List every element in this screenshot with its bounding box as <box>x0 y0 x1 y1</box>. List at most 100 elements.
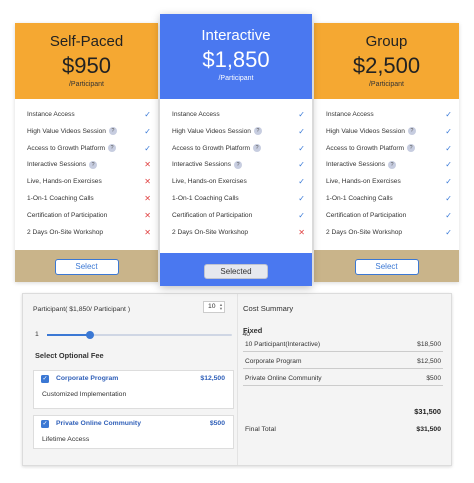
summary-row: Private Online Community $500 <box>243 372 443 386</box>
checkbox-checked-icon[interactable]: ✓ <box>41 375 49 383</box>
feature-label: High Value Videos Session <box>27 127 106 135</box>
plan-card-self-paced: Self-Paced $950 /Participant Instance Ac… <box>15 23 158 282</box>
feature-item: Certification of Participation ✕ <box>15 208 158 225</box>
plan-name: Group <box>365 33 408 50</box>
question-icon[interactable]: ? <box>89 160 98 169</box>
check-icon: ✓ <box>445 227 452 237</box>
quantity-value: 10 <box>208 303 216 310</box>
feature-label: Instance Access <box>326 111 374 118</box>
plan-footer: Select <box>15 250 158 282</box>
plan-price: $2,500 <box>352 53 421 78</box>
fee-description: Lifetime Access <box>42 436 90 443</box>
participant-slider[interactable]: 1 40 <box>35 330 250 340</box>
plan-name: Interactive <box>201 27 271 44</box>
check-icon: ✓ <box>445 210 452 220</box>
slider-thumb[interactable] <box>85 331 94 339</box>
feature-label: 2 Days On-Site Workshop <box>172 228 249 236</box>
x-icon: ✕ <box>144 227 151 237</box>
cost-calculator: Participant( $1,850/ Participant ) 10 ▲ ▼… <box>22 293 452 466</box>
feature-item: Live, Hands-on Exercises ✕ <box>15 174 158 191</box>
final-total-row: Final Total $31,500 <box>243 426 443 436</box>
feature-label: 2 Days On-Site Workshop <box>326 228 403 236</box>
feature-label: Live, Hands-on Exercises <box>27 178 102 186</box>
question-icon[interactable]: ? <box>407 127 416 136</box>
selected-button[interactable]: Selected <box>204 264 268 279</box>
select-button[interactable]: Select <box>54 259 119 275</box>
feature-item: Interactive Sessions? ✓ <box>160 157 312 174</box>
quantity-stepper[interactable]: 10 ▲ ▼ <box>203 301 225 313</box>
feature-item: High Value Videos Session? ✓ <box>15 124 158 141</box>
feature-label: Live, Hands-on Exercises <box>326 178 401 186</box>
fee-name: Private Online Community <box>56 420 141 427</box>
question-icon[interactable]: ? <box>253 143 262 152</box>
slider-track[interactable] <box>47 331 232 339</box>
feature-label: Certification of Participation <box>326 211 407 219</box>
x-icon: ✕ <box>144 160 151 170</box>
slider-min-label: 1 <box>35 331 39 338</box>
feature-item: Interactive Sessions? ✕ <box>15 157 158 174</box>
feature-item: Interactive Sessions? ✓ <box>314 157 459 174</box>
feature-item: Access to Growth Platform? ✓ <box>15 141 158 158</box>
final-total-amount: $31,500 <box>416 426 441 433</box>
feature-label: High Value Videos Session <box>326 127 405 135</box>
feature-label: Interactive Sessions <box>172 161 232 169</box>
question-icon[interactable]: ? <box>108 143 117 152</box>
check-icon: ✓ <box>445 193 452 203</box>
plan-footer: Selected <box>160 253 312 286</box>
panel-divider <box>237 294 238 465</box>
spinner-arrows-icon[interactable]: ▲ ▼ <box>219 303 223 311</box>
select-button[interactable]: Select <box>354 259 419 275</box>
fixed-label: Fixed <box>243 326 263 335</box>
check-icon: ✓ <box>298 193 305 203</box>
check-icon: ✓ <box>445 160 452 170</box>
summary-row-label: Private Online Community <box>245 375 322 382</box>
check-icon: ✓ <box>445 110 452 119</box>
feature-label: 2 Days On-Site Workshop <box>27 228 104 236</box>
question-icon[interactable]: ? <box>388 160 397 169</box>
summary-row: 10 Participant(Interactive) $18,500 <box>243 338 443 352</box>
x-icon: ✕ <box>144 177 151 187</box>
feature-item: Live, Hands-on Exercises ✓ <box>160 174 312 191</box>
feature-label: Certification of Participation <box>27 211 108 219</box>
feature-item: 2 Days On-Site Workshop ✕ <box>15 225 158 242</box>
slider-fill <box>47 334 90 336</box>
plan-card-group: Group $2,500 /Participant Instance Acces… <box>314 23 459 282</box>
check-icon: ✓ <box>445 177 452 187</box>
plan-unit: /Participant <box>68 81 105 88</box>
plan-header: Self-Paced $950 /Participant <box>15 23 158 99</box>
question-icon[interactable]: ? <box>407 143 416 152</box>
feature-label: High Value Videos Session <box>172 127 251 135</box>
fee-option-corporate[interactable]: ✓ Corporate Program $12,500 Customized I… <box>33 370 234 409</box>
x-icon: ✕ <box>144 193 151 203</box>
fee-description: Customized Implementation <box>42 391 127 398</box>
check-icon: ✓ <box>445 126 452 136</box>
check-icon: ✓ <box>298 160 305 170</box>
plan-header: Group $2,500 /Participant <box>314 23 459 99</box>
check-icon: ✓ <box>144 143 151 153</box>
plan-unit: /Participant <box>368 81 405 88</box>
cost-summary-title: Cost Summary <box>243 304 294 313</box>
plan-name: Self-Paced <box>49 33 124 50</box>
question-icon[interactable]: ? <box>253 127 262 136</box>
feature-item: Instance Access ✓ <box>15 107 158 124</box>
feature-item: Access to Growth Platform? ✓ <box>160 141 312 158</box>
feature-item: Certification of Participation ✓ <box>160 208 312 225</box>
plan-header: Interactive $1,850 /Participant <box>160 14 312 99</box>
checkbox-checked-icon[interactable]: ✓ <box>41 420 49 428</box>
summary-row-amount: $18,500 <box>417 341 441 348</box>
feature-item: High Value Videos Session? ✓ <box>160 124 312 141</box>
check-icon: ✓ <box>144 110 151 119</box>
check-icon: ✓ <box>298 177 305 187</box>
fee-option-community[interactable]: ✓ Private Online Community $500 Lifetime… <box>33 415 234 449</box>
plan-price: $1,850 <box>202 47 270 72</box>
feature-item: 2 Days On-Site Workshop ✕ <box>160 225 312 242</box>
question-icon[interactable]: ? <box>234 160 243 169</box>
feature-label: Access to Growth Platform <box>326 144 405 152</box>
check-icon: ✓ <box>298 126 305 136</box>
summary-row-label: 10 Participant(Interactive) <box>245 341 321 348</box>
feature-item: High Value Videos Session? ✓ <box>314 124 459 141</box>
fee-price: $500 <box>209 420 225 427</box>
feature-item: Access to Growth Platform? ✓ <box>314 141 459 158</box>
question-icon[interactable]: ? <box>108 127 117 136</box>
feature-label: 1-On-1 Coaching Calls <box>326 194 393 202</box>
